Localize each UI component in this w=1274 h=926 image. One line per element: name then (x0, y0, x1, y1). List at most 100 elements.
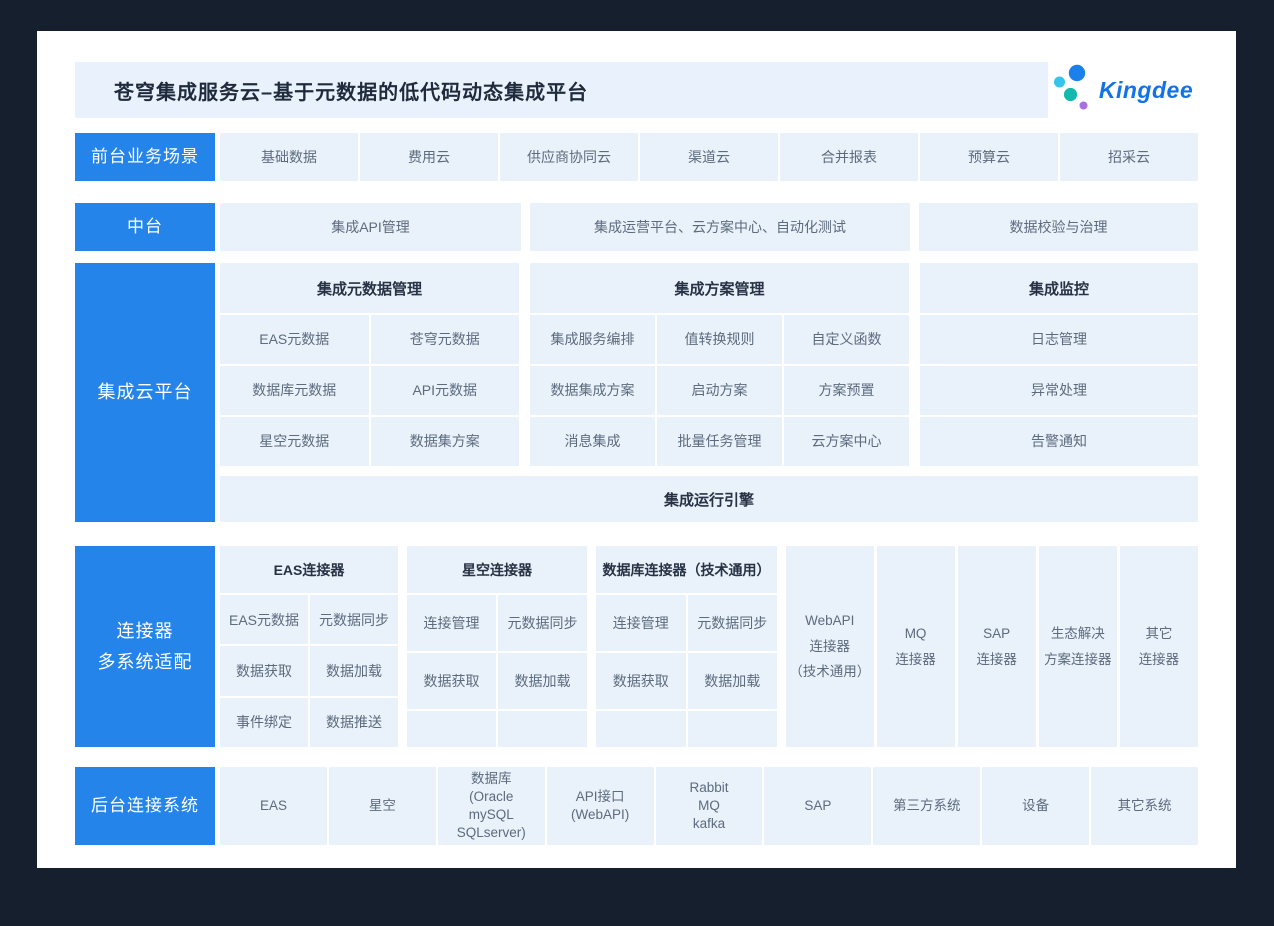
backend-row: 后台连接系统 EAS星空数据库 (Oracle mySQL SQLserver)… (75, 767, 1198, 845)
tall-connector-cells: WebAPI 连接器 （技术通用）MQ 连接器SAP 连接器生态解决 方案连接器… (786, 546, 1198, 747)
platform-cell: 数据集方案 (371, 417, 520, 466)
backend-cell: SAP (764, 767, 871, 845)
title-bar: 苍穹集成服务云–基于元数据的低代码动态集成平台 (75, 62, 1048, 118)
platform-cell: 方案预置 (784, 366, 909, 415)
group-eas-title: EAS连接器 (220, 546, 398, 593)
platform-cell: 集成服务编排 (530, 315, 655, 364)
front-row-label: 前台业务场景 (75, 133, 215, 181)
platform-label: 集成云平台 (75, 263, 215, 522)
tall-connector-cell: MQ 连接器 (877, 546, 955, 747)
page-background: { "colors": { "page_bg": "#151f2e", "car… (0, 0, 1274, 926)
front-cell: 费用云 (360, 133, 498, 181)
kingdee-wordmark: Kingdee (1099, 77, 1193, 104)
platform-groups: 集成元数据管理 EAS元数据苍穹元数据数据库元数据API元数据星空元数据数据集方… (220, 263, 1198, 466)
connector-cell: 数据获取 (596, 653, 686, 709)
front-cell: 招采云 (1060, 133, 1198, 181)
engine-bar: 集成运行引擎 (220, 476, 1198, 522)
connector-cell: 事件绑定 (220, 698, 308, 747)
platform-cell: 批量任务管理 (657, 417, 782, 466)
middle-cell: 集成API管理 (220, 203, 521, 251)
front-cell: 合并报表 (780, 133, 918, 181)
tall-connector-cell: WebAPI 连接器 （技术通用） (786, 546, 874, 747)
group-database-cells: 连接管理元数据同步数据获取数据加载 (596, 595, 777, 747)
platform-cell: EAS元数据 (220, 315, 369, 364)
connector-cell (596, 711, 686, 747)
backend-cell: 设备 (982, 767, 1089, 845)
front-cell: 供应商协同云 (500, 133, 638, 181)
connector-cell: 元数据同步 (498, 595, 587, 651)
group-solution-cells: 集成服务编排值转换规则自定义函数数据集成方案启动方案方案预置消息集成批量任务管理… (530, 315, 909, 466)
platform-cell: 苍穹元数据 (371, 315, 520, 364)
group-xingkong-title: 星空连接器 (407, 546, 587, 593)
connector-cell: 连接管理 (407, 595, 496, 651)
backend-cell: 星空 (329, 767, 436, 845)
connector-cell: 数据加载 (688, 653, 778, 709)
backend-cell: 第三方系统 (873, 767, 980, 845)
group-database-title: 数据库连接器（技术通用） (596, 546, 777, 593)
connectors-section: 连接器 多系统适配 EAS连接器 EAS元数据元数据同步数据获取数据加载事件绑定… (75, 546, 1198, 747)
group-monitoring-cells: 日志管理异常处理告警通知 (920, 315, 1198, 466)
front-cell: 渠道云 (640, 133, 778, 181)
backend-cell: EAS (220, 767, 327, 845)
platform-cell: 启动方案 (657, 366, 782, 415)
group-solution-management: 集成方案管理 集成服务编排值转换规则自定义函数数据集成方案启动方案方案预置消息集… (530, 263, 909, 466)
platform-section: 集成云平台 集成元数据管理 EAS元数据苍穹元数据数据库元数据API元数据星空元… (75, 263, 1198, 522)
tall-connector-cell: SAP 连接器 (958, 546, 1036, 747)
tall-connector-cell: 其它 连接器 (1120, 546, 1198, 747)
platform-content: 集成元数据管理 EAS元数据苍穹元数据数据库元数据API元数据星空元数据数据集方… (220, 263, 1198, 522)
connector-cell: EAS元数据 (220, 595, 308, 644)
group-solution-title: 集成方案管理 (530, 263, 909, 313)
group-eas-cells: EAS元数据元数据同步数据获取数据加载事件绑定数据推送 (220, 595, 398, 747)
group-database-connector: 数据库连接器（技术通用） 连接管理元数据同步数据获取数据加载 (596, 546, 777, 747)
page-title: 苍穹集成服务云–基于元数据的低代码动态集成平台 (114, 76, 588, 105)
backend-row-cells: EAS星空数据库 (Oracle mySQL SQLserver)API接口 (… (220, 767, 1198, 845)
backend-row-label: 后台连接系统 (75, 767, 215, 845)
platform-cell: 值转换规则 (657, 315, 782, 364)
connector-cell (688, 711, 778, 747)
connector-cell: 数据获取 (407, 653, 496, 709)
header: 苍穹集成服务云–基于元数据的低代码动态集成平台 Kingdee (75, 62, 1198, 118)
connectors-label: 连接器 多系统适配 (75, 546, 215, 747)
group-xingkong-cells: 连接管理元数据同步数据获取数据加载 (407, 595, 587, 747)
platform-cell: API元数据 (371, 366, 520, 415)
front-row: 前台业务场景 基础数据费用云供应商协同云渠道云合并报表预算云招采云 (75, 133, 1198, 181)
front-cell: 基础数据 (220, 133, 358, 181)
tall-connector-cell: 生态解决 方案连接器 (1039, 546, 1117, 747)
platform-cell: 消息集成 (530, 417, 655, 466)
group-xingkong-connector: 星空连接器 连接管理元数据同步数据获取数据加载 (407, 546, 587, 747)
group-eas-connector: EAS连接器 EAS元数据元数据同步数据获取数据加载事件绑定数据推送 (220, 546, 398, 747)
middle-cell: 集成运营平台、云方案中心、自动化测试 (530, 203, 910, 251)
connectors-content: EAS连接器 EAS元数据元数据同步数据获取数据加载事件绑定数据推送 星空连接器… (220, 546, 1198, 747)
kingdee-dots-icon (1053, 63, 1093, 118)
backend-cell: 其它系统 (1091, 767, 1198, 845)
connector-cell: 数据加载 (498, 653, 587, 709)
connector-cell: 元数据同步 (310, 595, 398, 644)
connector-cell: 元数据同步 (688, 595, 778, 651)
platform-cell: 日志管理 (920, 315, 1198, 364)
platform-cell: 告警通知 (920, 417, 1198, 466)
front-row-cells: 基础数据费用云供应商协同云渠道云合并报表预算云招采云 (220, 133, 1198, 181)
platform-cell: 异常处理 (920, 366, 1198, 415)
group-metadata-cells: EAS元数据苍穹元数据数据库元数据API元数据星空元数据数据集方案 (220, 315, 519, 466)
platform-cell: 数据集成方案 (530, 366, 655, 415)
group-metadata-title: 集成元数据管理 (220, 263, 519, 313)
middle-row: 中台 集成API管理集成运营平台、云方案中心、自动化测试数据校验与治理 (75, 203, 1198, 251)
middle-row-cells: 集成API管理集成运营平台、云方案中心、自动化测试数据校验与治理 (220, 203, 1198, 251)
platform-cell: 自定义函数 (784, 315, 909, 364)
connector-cell: 连接管理 (596, 595, 686, 651)
group-monitoring-title: 集成监控 (920, 263, 1198, 313)
connector-cell (498, 711, 587, 747)
connector-cell: 数据获取 (220, 646, 308, 695)
main-card: 苍穹集成服务云–基于元数据的低代码动态集成平台 Kingdee 前台业务场景 基… (37, 31, 1236, 868)
backend-cell: 数据库 (Oracle mySQL SQLserver) (438, 767, 545, 845)
backend-cell: API接口 (WebAPI) (547, 767, 654, 845)
connector-cell: 数据加载 (310, 646, 398, 695)
platform-cell: 云方案中心 (784, 417, 909, 466)
connector-cell (407, 711, 496, 747)
front-cell: 预算云 (920, 133, 1058, 181)
group-monitoring: 集成监控 日志管理异常处理告警通知 (920, 263, 1198, 466)
group-metadata-management: 集成元数据管理 EAS元数据苍穹元数据数据库元数据API元数据星空元数据数据集方… (220, 263, 519, 466)
connector-cell: 数据推送 (310, 698, 398, 747)
middle-cell: 数据校验与治理 (919, 203, 1198, 251)
middle-row-label: 中台 (75, 203, 215, 251)
